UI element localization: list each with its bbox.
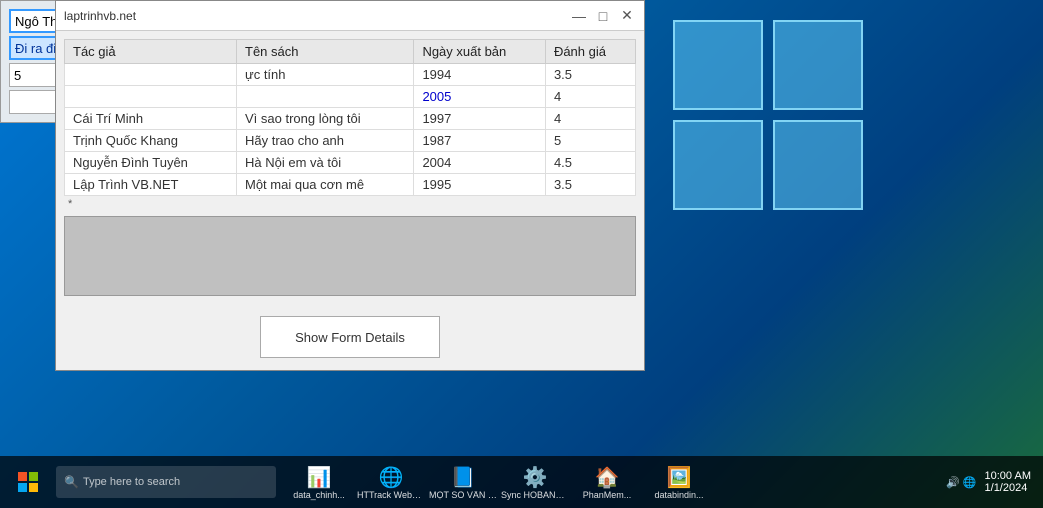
httrack-label: HTTrack Websi... <box>357 491 425 501</box>
cell-danhgia: 4.5 <box>545 152 635 174</box>
word-label: MỘT SỐ VẤN ĐỀ VỀ THIẾ... <box>429 491 497 501</box>
cell-year: 1995 <box>414 174 546 196</box>
table-row[interactable]: Lập Trình VB.NETMột mai qua cơn mê19953.… <box>65 174 636 196</box>
cell-danhgia: 3.5 <box>545 174 635 196</box>
word-icon: 📘 <box>449 463 477 491</box>
cell-tacgia: Lập Trình VB.NET <box>65 174 237 196</box>
maximize-button[interactable]: □ <box>594 7 612 25</box>
cell-year: 1997 <box>414 108 546 130</box>
cell-year: 1987 <box>414 130 546 152</box>
taskbar-item-phanmem[interactable]: 🏠PhanMem... <box>572 458 642 506</box>
table-row[interactable]: Trịnh Quốc KhangHãy trao cho anh19875 <box>65 130 636 152</box>
table-header-row: Tác giả Tên sách Ngày xuất bản Đánh giá <box>65 40 636 64</box>
cell-danhgia: 5 <box>545 130 635 152</box>
cell-tacgia <box>65 86 237 108</box>
win-pane-tr <box>773 20 863 110</box>
cell-tensach: Hãy trao cho anh <box>237 130 414 152</box>
clock: 10:00 AM1/1/2024 <box>985 470 1031 494</box>
taskbar-search[interactable]: 🔍 Type here to search <box>56 466 276 498</box>
cell-tensach: Vì sao trong lòng tôi <box>237 108 414 130</box>
taskbar-item-sync[interactable]: ⚙️Sync HOBANDR... <box>500 458 570 506</box>
gray-area <box>64 216 636 296</box>
cell-tensach: Một mai qua cơn mê <box>237 174 414 196</box>
minimize-button[interactable]: — <box>570 7 588 25</box>
taskbar-tray: 🔊 🌐 10:00 AM1/1/2024 <box>938 470 1039 494</box>
phanmem-icon: 🏠 <box>593 463 621 491</box>
main-window: laptrinhvb.net — □ ✕ Tác giả Tên sách Ng… <box>55 0 645 371</box>
row-indicator: * <box>64 196 636 212</box>
col-header-ngayxuatban: Ngày xuất bản <box>414 40 546 64</box>
cell-danhgia: 4 <box>545 108 635 130</box>
taskbar-items: 📊data_chinh...🌐HTTrack Websi...📘MỘT SỐ V… <box>284 458 938 506</box>
col-header-danhgia: Đánh giá <box>545 40 635 64</box>
cell-tensach: ực tính <box>237 64 414 86</box>
cell-year: 2004 <box>414 152 546 174</box>
tray-icons: 🔊 🌐 <box>946 476 976 489</box>
httrack-icon: 🌐 <box>377 463 405 491</box>
cell-tensach: Hà Nội em và tôi <box>237 152 414 174</box>
sync-icon: ⚙️ <box>521 463 549 491</box>
search-placeholder: Type here to search <box>83 476 180 488</box>
data-table: Tác giả Tên sách Ngày xuất bản Đánh giá … <box>64 39 636 196</box>
taskbar-item-databinding[interactable]: 🖼️databindin... <box>644 458 714 506</box>
cell-danhgia: 4 <box>545 86 635 108</box>
win-logo-area <box>673 20 923 300</box>
col-header-tensach: Tên sách <box>237 40 414 64</box>
cell-tacgia: Trịnh Quốc Khang <box>65 130 237 152</box>
window-body: Tác giả Tên sách Ngày xuất bản Đánh giá … <box>56 31 644 304</box>
col-header-tacgia: Tác giả <box>65 40 237 64</box>
table-row[interactable]: ực tính19943.5 <box>65 64 636 86</box>
sync-label: Sync HOBANDR... <box>501 491 569 501</box>
excel-icon: 📊 <box>305 463 333 491</box>
search-icon: 🔍 <box>64 475 79 489</box>
cell-tacgia: Cái Trí Minh <box>65 108 237 130</box>
cell-danhgia: 3.5 <box>545 64 635 86</box>
window-controls: — □ ✕ <box>570 7 636 25</box>
win-logo <box>673 20 873 220</box>
taskbar-item-word[interactable]: 📘MỘT SỐ VẤN ĐỀ VỀ THIẾ... <box>428 458 498 506</box>
win-pane-bl <box>673 120 763 210</box>
window-titlebar: laptrinhvb.net — □ ✕ <box>56 1 644 31</box>
close-button[interactable]: ✕ <box>618 7 636 25</box>
databinding-icon: 🖼️ <box>665 463 693 491</box>
start-button[interactable] <box>4 458 52 506</box>
cell-tacgia: Nguyễn Đình Tuyên <box>65 152 237 174</box>
cell-tacgia <box>65 64 237 86</box>
win-pane-br <box>773 120 863 210</box>
cell-year: 1994 <box>414 64 546 86</box>
show-form-details-button[interactable]: Show Form Details <box>260 316 440 358</box>
cell-year: 2005 <box>414 86 546 108</box>
taskbar-item-httrack[interactable]: 🌐HTTrack Websi... <box>356 458 426 506</box>
phanmem-label: PhanMem... <box>583 491 632 501</box>
taskbar: 🔍 Type here to search 📊data_chinh...🌐HTT… <box>0 456 1043 508</box>
table-row[interactable]: Cái Trí MinhVì sao trong lòng tôi19974 <box>65 108 636 130</box>
taskbar-item-excel[interactable]: 📊data_chinh... <box>284 458 354 506</box>
cell-tensach <box>237 86 414 108</box>
table-row[interactable]: 20054 <box>65 86 636 108</box>
excel-label: data_chinh... <box>293 491 345 501</box>
win-pane-tl <box>673 20 763 110</box>
databinding-label: databindin... <box>654 491 703 501</box>
desktop: laptrinhvb.net — □ ✕ Tác giả Tên sách Ng… <box>0 0 1043 508</box>
table-row[interactable]: Nguyễn Đình TuyênHà Nội em và tôi20044.5 <box>65 152 636 174</box>
window-title: laptrinhvb.net <box>64 9 136 23</box>
